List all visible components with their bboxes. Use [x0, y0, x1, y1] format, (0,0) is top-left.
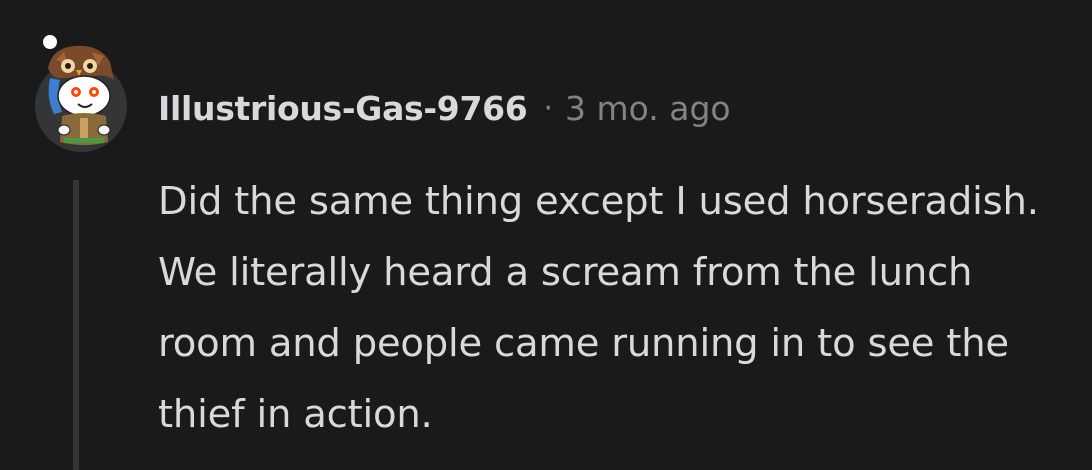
user-avatar[interactable]	[34, 34, 128, 152]
comment: Illustrious-Gas-9766 · 3 mo. ago Did the…	[0, 0, 1092, 470]
comment-body: Did the same thing except I used horsera…	[158, 179, 1039, 437]
comment-meta: Illustrious-Gas-9766 · 3 mo. ago	[158, 84, 731, 132]
meta-separator: ·	[543, 90, 553, 126]
username-link[interactable]: Illustrious-Gas-9766	[158, 89, 528, 128]
timestamp-link[interactable]: 3 mo. ago	[565, 89, 731, 128]
thread-collapse-line[interactable]	[73, 180, 79, 470]
snoo-owl-hood-avatar-icon	[35, 35, 127, 152]
